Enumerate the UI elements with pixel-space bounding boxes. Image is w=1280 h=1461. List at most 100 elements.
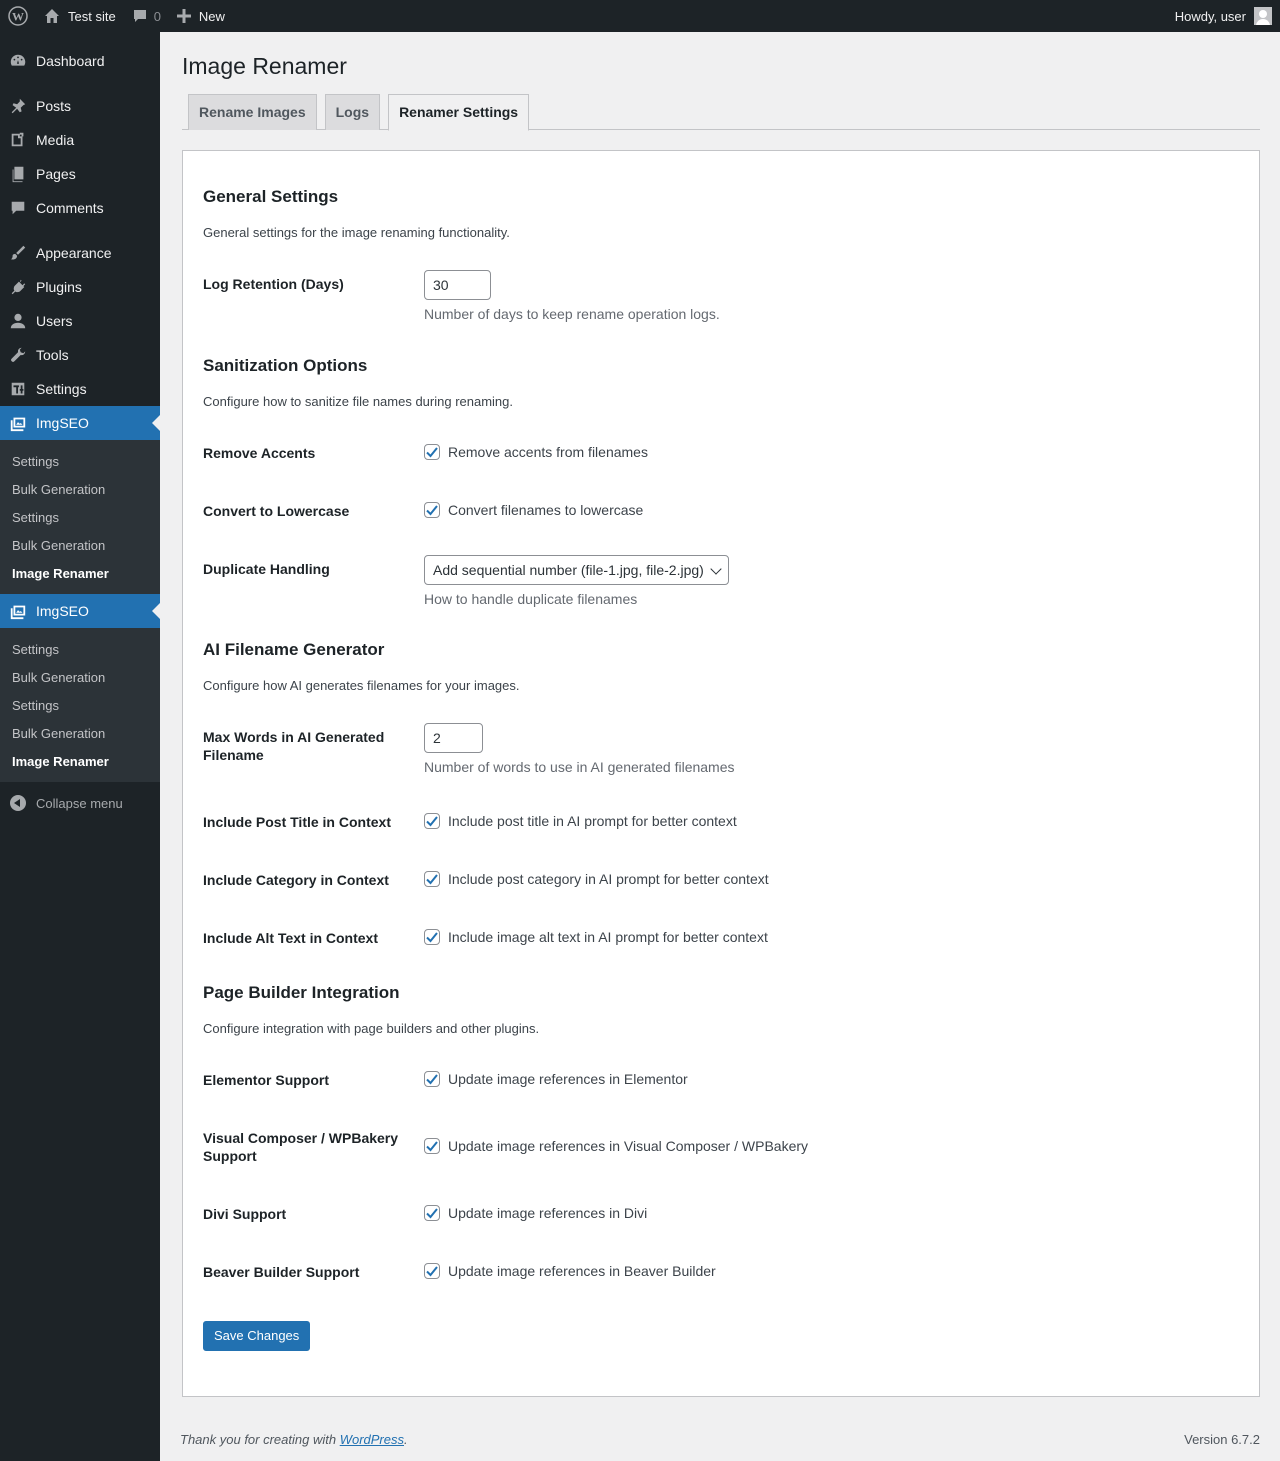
home-icon — [44, 8, 60, 24]
submenu-bulk-generation[interactable]: Bulk Generation — [0, 475, 160, 503]
post-title-label: Include Post Title in Context — [203, 813, 391, 830]
wpbakery-checkbox[interactable] — [424, 1137, 440, 1154]
post-title-checkbox[interactable] — [424, 812, 440, 829]
lowercase-checkbox[interactable] — [424, 501, 440, 518]
chevron-down-icon — [710, 563, 722, 575]
plus-icon — [176, 9, 191, 23]
save-changes-button[interactable]: Save Changes — [203, 1320, 311, 1351]
new-content-link[interactable]: New — [169, 0, 233, 32]
main-content: Image Renamer Rename Images Logs Renamer… — [182, 32, 1260, 1397]
max-words-input[interactable] — [424, 722, 483, 753]
menu-pages[interactable]: Pages — [0, 157, 160, 191]
menu-plugins[interactable]: Plugins — [0, 270, 160, 304]
pages-icon — [0, 165, 36, 183]
submenu-image-renamer[interactable]: Image Renamer — [0, 559, 160, 587]
wpbakery-label: Visual Composer / WPBakery Support — [203, 1129, 399, 1164]
remove-accents-checkbox[interactable] — [424, 443, 440, 460]
comment-bubble-icon — [132, 8, 148, 24]
comments-link[interactable]: 0 — [124, 0, 169, 32]
menu-label: Dashboard — [36, 53, 105, 69]
user-icon — [0, 312, 36, 330]
page-builder-description: Configure integration with page builders… — [203, 1020, 540, 1036]
submenu-settings[interactable]: Settings — [0, 691, 160, 719]
beaver-label: Beaver Builder Support — [203, 1263, 360, 1280]
lowercase-option[interactable]: Convert filenames to lowercase — [424, 501, 644, 518]
post-title-text: Include post title in AI prompt for bett… — [448, 812, 737, 829]
menu-label: Comments — [36, 200, 104, 216]
ai-generator-description: Configure how AI generates filenames for… — [203, 677, 520, 693]
collapse-label: Collapse menu — [36, 795, 123, 811]
elementor-checkbox[interactable] — [424, 1070, 440, 1087]
divi-checkbox[interactable] — [424, 1204, 440, 1221]
site-name-link[interactable]: Test site — [36, 0, 124, 32]
lowercase-label: Convert to Lowercase — [203, 502, 350, 519]
menu-label: Media — [36, 132, 75, 148]
menu-posts[interactable]: Posts — [0, 89, 160, 123]
category-checkbox[interactable] — [424, 870, 440, 887]
alt-text-checkbox[interactable] — [424, 928, 440, 945]
alt-text-option[interactable]: Include image alt text in AI prompt for … — [424, 928, 768, 945]
duplicate-handling-label: Duplicate Handling — [203, 560, 330, 577]
page-title: Image Renamer — [182, 53, 347, 79]
wpbakery-option[interactable]: Update image references in Visual Compos… — [424, 1137, 809, 1154]
duplicate-handling-value: Add sequential number (file-1.jpg, file-… — [433, 561, 704, 578]
collapse-menu-button[interactable]: Collapse menu — [0, 786, 160, 820]
elementor-text: Update image references in Elementor — [448, 1070, 688, 1087]
general-settings-heading: General Settings — [203, 186, 339, 206]
menu-label: Users — [36, 313, 73, 329]
menu-media[interactable]: Media — [0, 123, 160, 157]
menu-users[interactable]: Users — [0, 304, 160, 338]
menu-dashboard[interactable]: Dashboard — [0, 44, 160, 78]
divi-label: Divi Support — [203, 1205, 287, 1222]
brush-icon — [0, 244, 36, 262]
comments-count: 0 — [153, 8, 161, 24]
submenu-image-renamer[interactable]: Image Renamer — [0, 747, 160, 775]
max-words-description: Number of words to use in AI generated f… — [424, 758, 735, 775]
images-icon — [0, 602, 36, 620]
menu-label: Tools — [36, 347, 69, 363]
menu-tools[interactable]: Tools — [0, 338, 160, 372]
menu-settings[interactable]: Settings — [0, 372, 160, 406]
wordpress-link[interactable]: WordPress — [340, 1432, 404, 1447]
alt-text-text: Include image alt text in AI prompt for … — [448, 928, 768, 945]
wordpress-logo-icon[interactable]: W — [0, 0, 36, 32]
remove-accents-label: Remove Accents — [203, 444, 316, 461]
nav-tabs: Rename Images Logs Renamer Settings — [182, 93, 1260, 131]
log-retention-description: Number of days to keep rename operation … — [424, 305, 720, 322]
submenu-settings[interactable]: Settings — [0, 447, 160, 475]
wpbakery-text: Update image references in Visual Compos… — [448, 1137, 809, 1154]
submenu-settings[interactable]: Settings — [0, 503, 160, 531]
my-account[interactable]: Howdy, user — [1175, 0, 1272, 32]
lowercase-text: Convert filenames to lowercase — [448, 501, 644, 518]
duplicate-handling-description: How to handle duplicate filenames — [424, 590, 638, 607]
menu-label: Posts — [36, 98, 72, 114]
category-option[interactable]: Include post category in AI prompt for b… — [424, 870, 769, 887]
submenu-bulk-generation[interactable]: Bulk Generation — [0, 719, 160, 747]
thanks-prefix: Thank you for creating with — [180, 1432, 340, 1447]
admin-sidebar: Dashboard Posts Media Pages Comments App… — [0, 32, 160, 1461]
submenu-settings[interactable]: Settings — [0, 635, 160, 663]
beaver-option[interactable]: Update image references in Beaver Builde… — [424, 1262, 716, 1279]
collapse-icon — [0, 795, 36, 811]
footer: Thank you for creating with WordPress. V… — [180, 1432, 1260, 1447]
media-icon — [0, 131, 36, 149]
general-settings-description: General settings for the image renaming … — [203, 224, 510, 240]
log-retention-input[interactable] — [424, 269, 491, 300]
divi-option[interactable]: Update image references in Divi — [424, 1204, 647, 1221]
menu-label: ImgSEO — [36, 415, 89, 431]
remove-accents-option[interactable]: Remove accents from filenames — [424, 443, 648, 460]
imgseo-submenu: Settings Bulk Generation Settings Bulk G… — [0, 440, 160, 594]
submenu-bulk-generation[interactable]: Bulk Generation — [0, 531, 160, 559]
submenu-bulk-generation[interactable]: Bulk Generation — [0, 663, 160, 691]
post-title-option[interactable]: Include post title in AI prompt for bett… — [424, 812, 737, 829]
menu-imgseo[interactable]: ImgSEO — [0, 406, 160, 440]
menu-comments[interactable]: Comments — [0, 191, 160, 225]
tab-rename-images[interactable]: Rename Images — [188, 93, 317, 130]
duplicate-handling-select[interactable]: Add sequential number (file-1.jpg, file-… — [424, 554, 729, 585]
beaver-checkbox[interactable] — [424, 1262, 440, 1279]
tab-logs[interactable]: Logs — [324, 93, 381, 130]
menu-appearance[interactable]: Appearance — [0, 236, 160, 270]
menu-imgseo-2[interactable]: ImgSEO — [0, 594, 160, 628]
tab-renamer-settings[interactable]: Renamer Settings — [388, 93, 530, 131]
elementor-option[interactable]: Update image references in Elementor — [424, 1070, 688, 1087]
